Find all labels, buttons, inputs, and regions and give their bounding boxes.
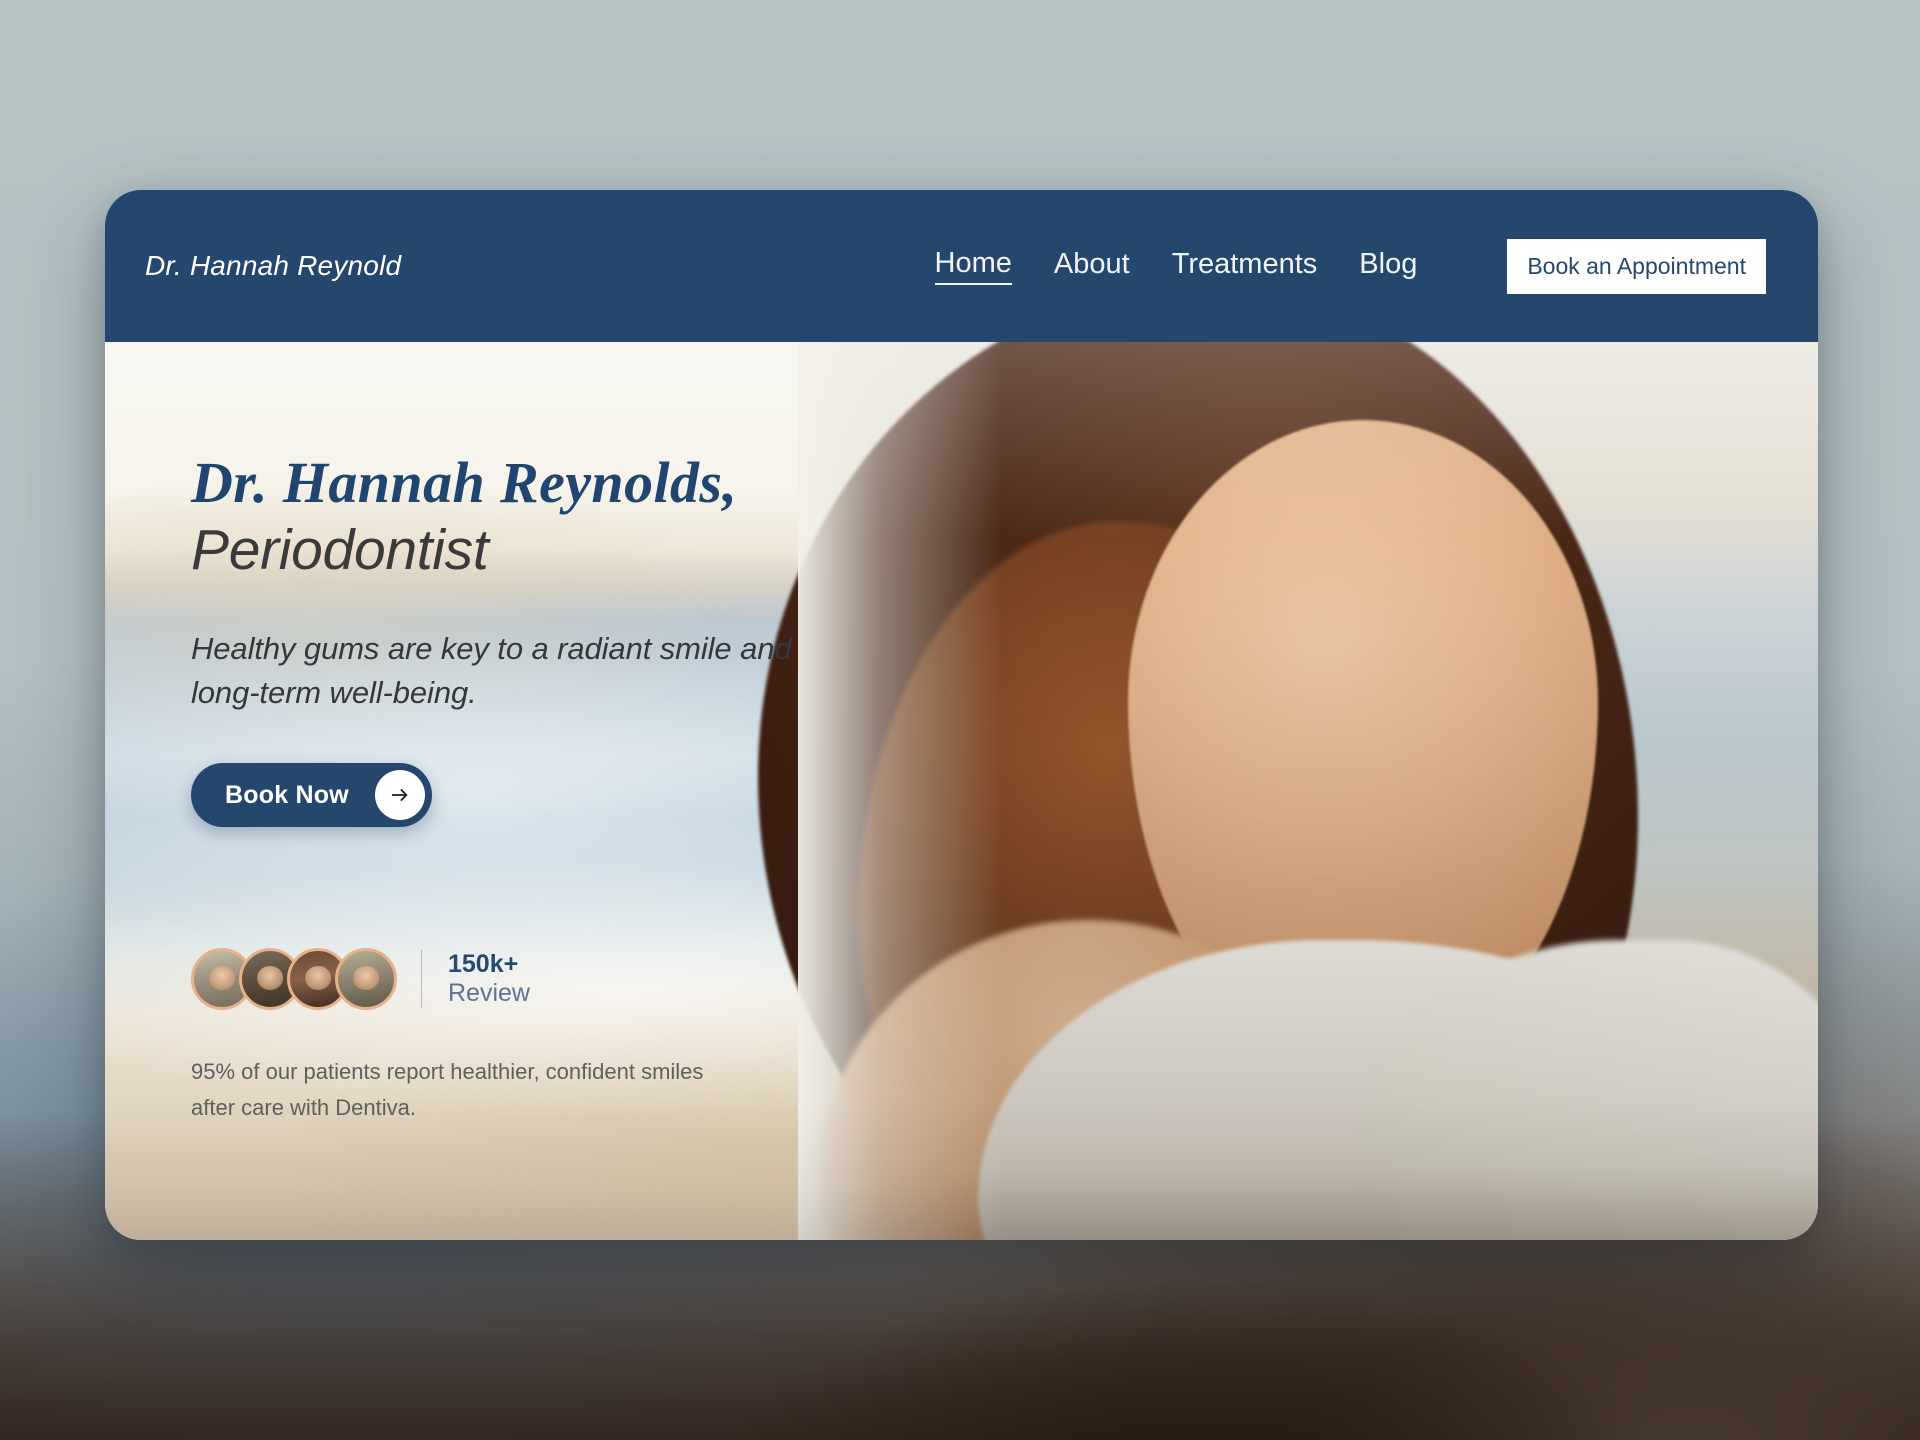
nav-item-home[interactable]: Home <box>934 247 1012 285</box>
hero-copy: Dr. Hannah Reynolds, Periodontist Health… <box>191 450 951 828</box>
portrait-blend-overlay <box>798 342 1818 1240</box>
review-stats: 150k+ Review <box>448 950 530 1008</box>
hero-headline-role: Periodontist <box>191 518 489 583</box>
hero-headline-name: Dr. Hannah Reynolds, <box>191 450 738 515</box>
reviewer-avatar-group[interactable] <box>191 948 397 1010</box>
arrow-right-icon <box>374 770 425 821</box>
book-now-button[interactable]: Book Now <box>191 763 432 828</box>
site-header: Dr. Hannah Reynold Home About Treatments… <box>105 190 1818 342</box>
hero-section: Dr. Hannah Reynolds, Periodontist Health… <box>105 342 1818 1240</box>
main-navigation: Home About Treatments Blog Book an Appoi… <box>934 238 1766 294</box>
book-an-appointment-button[interactable]: Book an Appointment <box>1507 238 1766 294</box>
review-count: 150k+ <box>448 950 519 978</box>
review-divider <box>421 950 422 1008</box>
nav-item-about[interactable]: About <box>1054 248 1130 284</box>
reviews-block: 150k+ Review <box>191 948 530 1010</box>
avatar <box>335 948 397 1010</box>
review-label: Review <box>448 979 530 1007</box>
nav-item-blog[interactable]: Blog <box>1359 248 1417 284</box>
doctor-portrait-photo <box>758 342 1818 1240</box>
book-now-label: Book Now <box>225 780 349 809</box>
nav-item-treatments[interactable]: Treatments <box>1172 248 1318 284</box>
hero-subtitle: Healthy gums are key to a radiant smile … <box>191 631 792 711</box>
page-backdrop: Dr. Hannah Reynold Home About Treatments… <box>0 0 1920 1440</box>
hero-footnote: 95% of our patients report healthier, co… <box>191 1059 704 1120</box>
site-logo[interactable]: Dr. Hannah Reynold <box>145 250 401 282</box>
website-preview-card: Dr. Hannah Reynold Home About Treatments… <box>105 190 1818 1240</box>
